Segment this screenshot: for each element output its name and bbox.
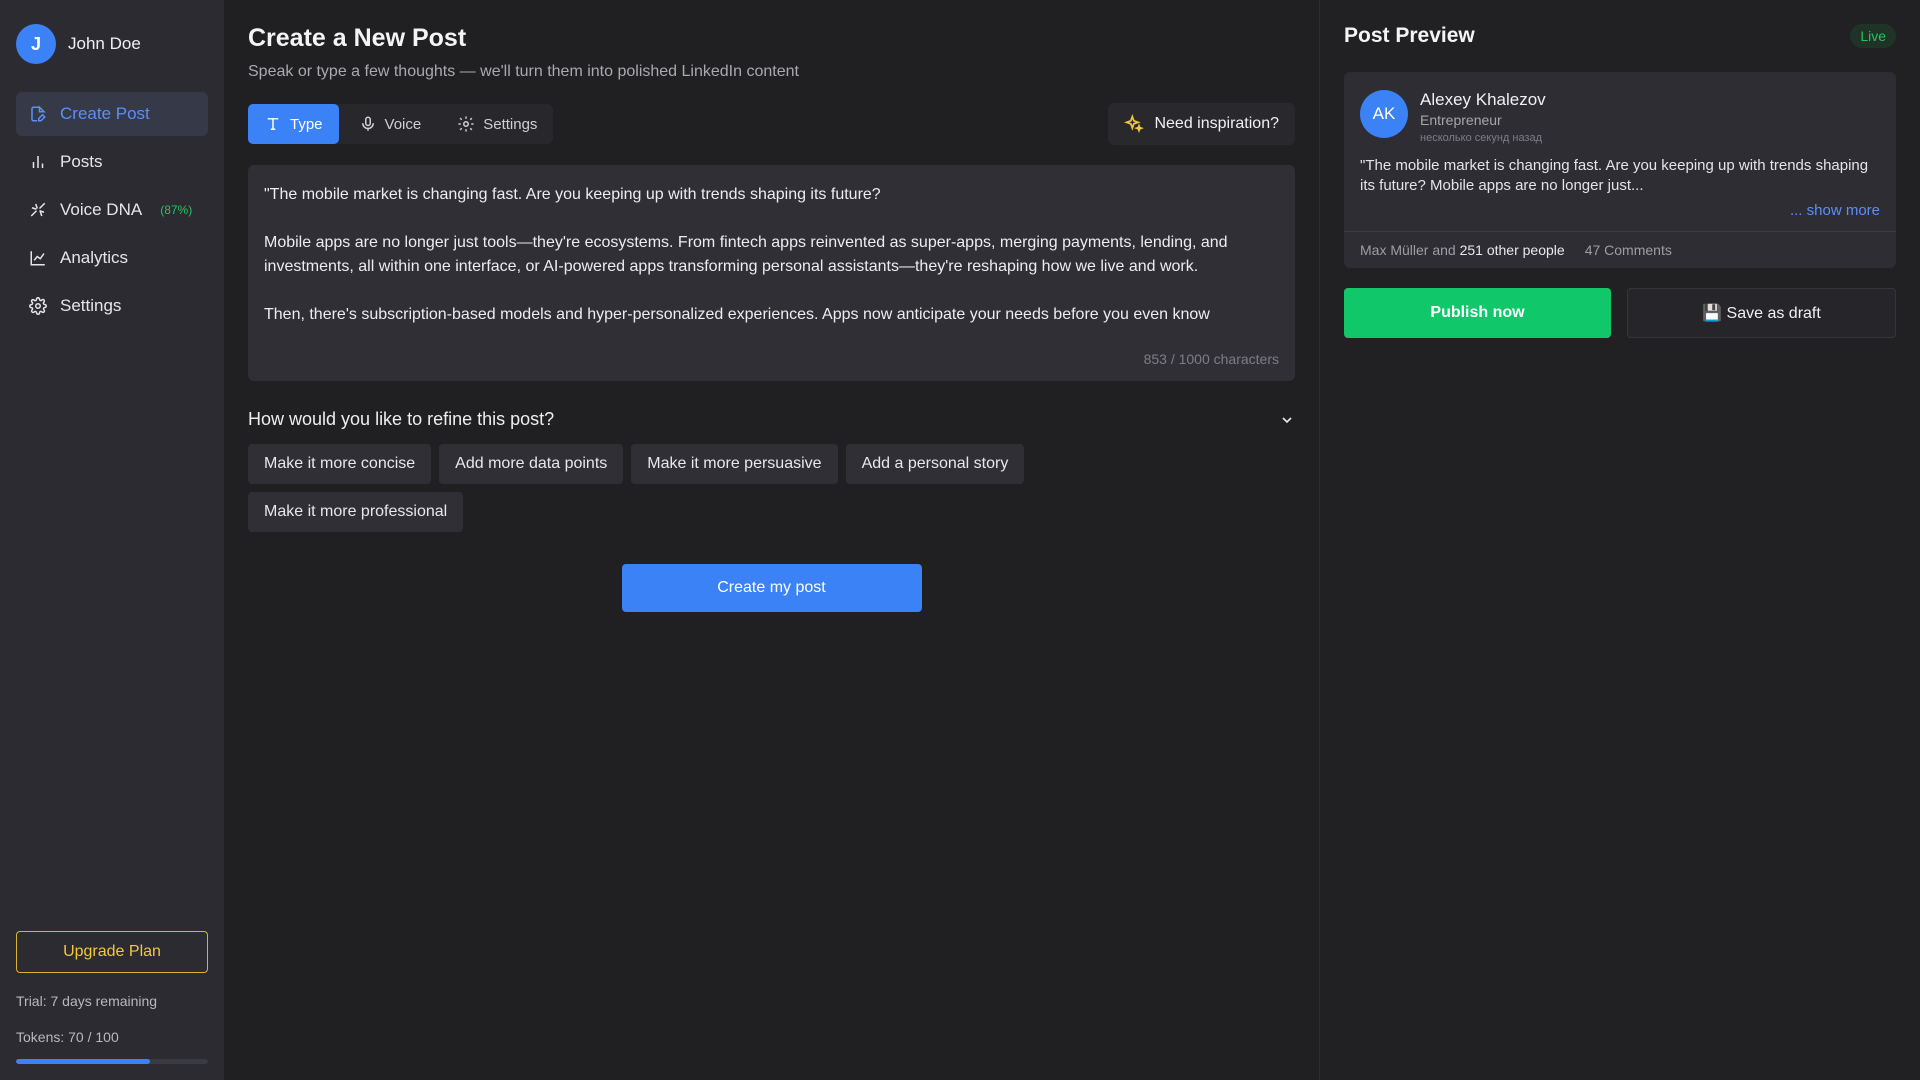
tab-label: Voice [384, 115, 422, 133]
post-preview-panel: Post Preview Live AK Alexey Khalezov Ent… [1319, 0, 1920, 1080]
line-chart-icon [28, 248, 48, 268]
create-post-wrap: Create my post [248, 564, 1295, 612]
refine-options: Make it more concise Add more data point… [248, 444, 1068, 532]
sidebar-item-label: Create Post [60, 104, 150, 123]
file-edit-icon [28, 104, 48, 124]
sidebar-item-label: Posts [60, 152, 103, 171]
avatar: J [16, 24, 56, 64]
need-inspiration-button[interactable]: Need inspiration? [1108, 103, 1295, 145]
tab-type[interactable]: Type [248, 104, 339, 144]
sidebar-item-analytics[interactable]: Analytics [16, 236, 208, 280]
voice-dna-badge: (87%) [160, 203, 193, 217]
preview-card: AK Alexey Khalezov Entrepreneur нескольк… [1344, 72, 1896, 268]
sparkles-icon [1124, 114, 1145, 134]
sidebar-item-voice-dna[interactable]: Voice DNA (87%) [16, 188, 208, 232]
main-content: Create a New Post Speak or type a few th… [224, 0, 1319, 1080]
sidebar-item-settings[interactable]: Settings [16, 284, 208, 328]
reactions-count: 251 other people [1459, 242, 1565, 258]
reactions-summary: Max Müller and 251 other people [1360, 242, 1565, 258]
refine-section-header[interactable]: How would you like to refine this post? [248, 409, 1295, 430]
sidebar: J John Doe Create Post Posts Voice DNA (… [0, 0, 224, 1080]
tab-settings[interactable]: Settings [441, 104, 553, 144]
reactions-prefix: Max Müller and [1360, 242, 1460, 258]
author-avatar: AK [1360, 90, 1408, 138]
refine-option-data-points[interactable]: Add more data points [439, 444, 624, 484]
token-progress-fill [16, 1059, 151, 1064]
sidebar-item-posts[interactable]: Posts [16, 140, 208, 184]
user-name: John Doe [68, 34, 141, 53]
input-mode-bar: Type Voice Settings Need inspiration? [248, 103, 1295, 145]
post-timestamp: несколько секунд назад [1420, 132, 1543, 144]
bar-chart-icon [28, 152, 48, 172]
app-root: J John Doe Create Post Posts Voice DNA (… [0, 0, 1920, 1080]
preview-header: Post Preview Live [1344, 24, 1896, 48]
show-more-link[interactable]: ... show more [1360, 202, 1880, 219]
upgrade-plan-button[interactable]: Upgrade Plan [16, 931, 208, 973]
user-profile[interactable]: J John Doe [16, 24, 208, 64]
tab-label: Settings [483, 115, 538, 133]
refine-title: How would you like to refine this post? [248, 409, 555, 429]
tab-label: Type [290, 115, 323, 133]
gear-icon [28, 296, 48, 316]
live-badge: Live [1850, 24, 1896, 48]
refine-option-concise[interactable]: Make it more concise [248, 444, 432, 484]
sidebar-item-label: Settings [60, 296, 122, 315]
token-progress-bar [16, 1059, 208, 1064]
microphone-icon [359, 115, 377, 133]
comments-count: 47 Comments [1584, 242, 1672, 258]
author-name: Alexey Khalezov [1420, 90, 1546, 109]
gear-icon [457, 115, 475, 133]
refine-option-professional[interactable]: Make it more professional [248, 492, 464, 532]
publish-now-button[interactable]: Publish now [1344, 288, 1611, 338]
text-icon [264, 115, 282, 133]
save-draft-button[interactable]: 💾 Save as draft [1627, 288, 1896, 338]
dna-icon [28, 200, 48, 220]
sidebar-item-create-post[interactable]: Create Post [16, 92, 208, 136]
sidebar-footer: Upgrade Plan Trial: 7 days remaining Tok… [16, 931, 208, 1064]
trial-status: Trial: 7 days remaining [16, 993, 158, 1009]
author-info: Alexey Khalezov Entrepreneur несколько с… [1420, 90, 1546, 144]
input-mode-tabs: Type Voice Settings [248, 104, 554, 144]
page-subtitle: Speak or type a few thoughts — we'll tur… [248, 63, 799, 80]
preview-card-footer: Max Müller and 251 other people 47 Comme… [1344, 231, 1896, 268]
post-author: AK Alexey Khalezov Entrepreneur нескольк… [1360, 90, 1880, 144]
author-role: Entrepreneur [1420, 112, 1502, 128]
need-inspiration-label: Need inspiration? [1154, 115, 1279, 132]
post-excerpt: "The mobile market is changing fast. Are… [1360, 157, 1869, 194]
refine-option-personal-story[interactable]: Add a personal story [845, 444, 1025, 484]
tab-voice[interactable]: Voice [343, 104, 438, 144]
refine-option-persuasive[interactable]: Make it more persuasive [631, 444, 838, 484]
page-title: Create a New Post [248, 24, 467, 52]
create-post-button[interactable]: Create my post [621, 564, 922, 612]
chevron-down-icon[interactable] [1279, 412, 1295, 428]
preview-actions: Publish now 💾 Save as draft [1344, 288, 1896, 338]
post-text-input[interactable]: "The mobile market is changing fast. Are… [264, 183, 1279, 333]
sidebar-item-label: Voice DNA [60, 200, 143, 219]
character-count: 853 / 1000 characters [1143, 351, 1279, 367]
post-editor[interactable]: "The mobile market is changing fast. Are… [248, 165, 1295, 381]
token-usage: Tokens: 70 / 100 [16, 1029, 119, 1045]
preview-title: Post Preview [1344, 24, 1475, 47]
sidebar-item-label: Analytics [60, 248, 129, 267]
preview-card-body: AK Alexey Khalezov Entrepreneur нескольк… [1344, 72, 1896, 231]
